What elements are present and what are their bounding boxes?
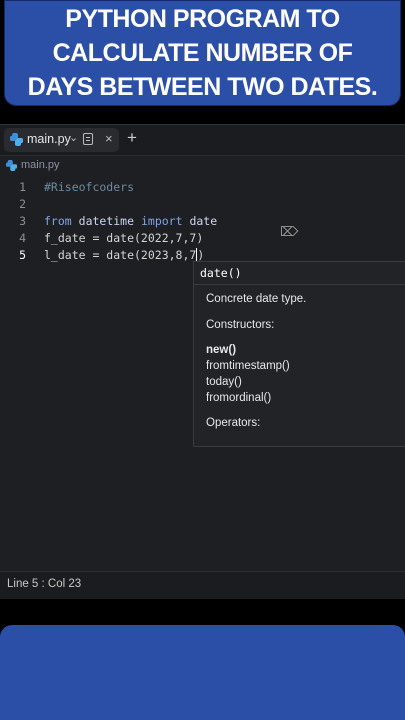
operators-label: Operators: bbox=[206, 417, 261, 429]
autocomplete-popup: date() Concrete date type. Constructors:… bbox=[193, 261, 405, 447]
popup-description: Concrete date type. bbox=[206, 293, 307, 305]
cursor-position[interactable]: Line 5 : Col 23 bbox=[7, 578, 81, 590]
constructor-item[interactable]: today() bbox=[206, 376, 242, 388]
add-tab-icon[interactable]: + bbox=[127, 128, 137, 148]
code-line: 3 from datetime import date bbox=[0, 214, 405, 231]
line-number: 3 bbox=[19, 214, 26, 228]
python-icon bbox=[10, 133, 23, 146]
code-line: 1 #Riseofcoders bbox=[0, 180, 405, 197]
banner-line-3: DAYS BETWEEN TWO DATES. bbox=[27, 73, 378, 101]
code-text: l_date = date(2023,8,7) bbox=[44, 248, 205, 262]
popup-title: date() bbox=[200, 266, 242, 280]
title-banner: PYTHON PROGRAM TO CALCULATE NUMBER OF DA… bbox=[4, 0, 401, 106]
line-number: 1 bbox=[19, 180, 26, 194]
code-comment: #Riseofcoders bbox=[44, 180, 135, 194]
code-text: f_date = date(2022,7,7) bbox=[44, 231, 204, 245]
chevron-down-icon[interactable]: ⌄ bbox=[69, 131, 78, 144]
constructor-item[interactable]: new() bbox=[206, 344, 236, 356]
popup-header: date() bbox=[194, 262, 405, 285]
line-number: 5 bbox=[19, 248, 26, 262]
bottom-banner bbox=[0, 625, 405, 720]
line-number: 2 bbox=[19, 197, 26, 211]
banner-line-2: CALCULATE NUMBER OF bbox=[52, 39, 353, 67]
breadcrumb-label: main.py bbox=[21, 159, 60, 171]
code-editor: main.py ⌄ × + main.py 1 #Riseofcoders 2 … bbox=[0, 124, 405, 599]
line-number: 4 bbox=[19, 231, 26, 245]
tab-label: main.py bbox=[27, 132, 71, 146]
document-icon[interactable] bbox=[83, 133, 93, 145]
close-icon[interactable]: × bbox=[105, 131, 113, 146]
mouse-ibeam-icon: ⌦ bbox=[280, 225, 299, 240]
code-import: from datetime import date bbox=[44, 214, 218, 228]
constructors-label: Constructors: bbox=[206, 319, 275, 331]
tab-bar: main.py ⌄ × + bbox=[0, 125, 405, 156]
constructor-item[interactable]: fromordinal() bbox=[206, 392, 271, 404]
tab-main-py[interactable]: main.py ⌄ × bbox=[4, 128, 119, 152]
status-bar: Line 5 : Col 23 bbox=[0, 571, 405, 598]
code-line: 4 f_date = date(2022,7,7) bbox=[0, 231, 405, 248]
banner-line-1: PYTHON PROGRAM TO bbox=[65, 5, 340, 33]
code-line: 2 bbox=[0, 197, 405, 214]
constructor-item[interactable]: fromtimestamp() bbox=[206, 360, 290, 372]
python-icon bbox=[6, 160, 17, 171]
